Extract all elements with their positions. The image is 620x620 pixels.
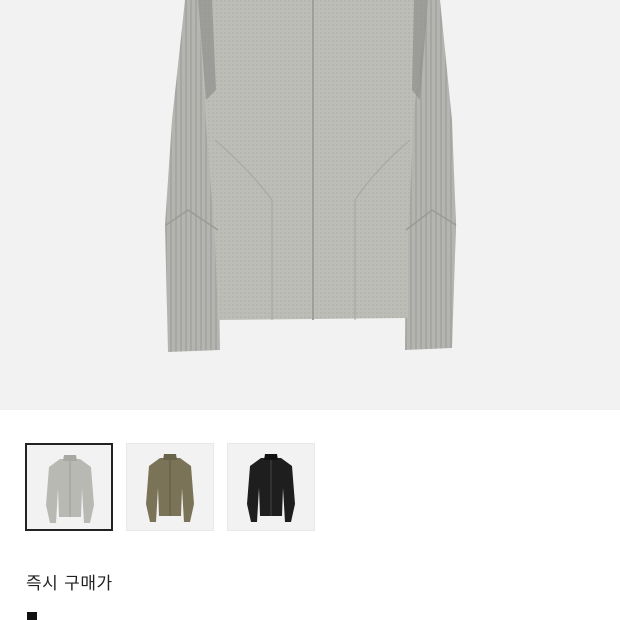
thumbnail-olive[interactable] xyxy=(126,443,214,531)
instant-buy-price-label: 즉시 구매가 xyxy=(26,574,113,594)
thumbnail-gray[interactable] xyxy=(25,443,113,531)
thumbnail-olive-image xyxy=(146,454,194,522)
product-main-image[interactable] xyxy=(0,0,620,410)
thumbnail-black-image xyxy=(247,454,295,522)
thumbnail-black[interactable] xyxy=(227,443,315,531)
thumbnail-strip xyxy=(25,443,325,533)
price-value xyxy=(27,612,37,620)
jacket-illustration xyxy=(165,0,457,352)
thumbnail-gray-image xyxy=(46,455,94,523)
